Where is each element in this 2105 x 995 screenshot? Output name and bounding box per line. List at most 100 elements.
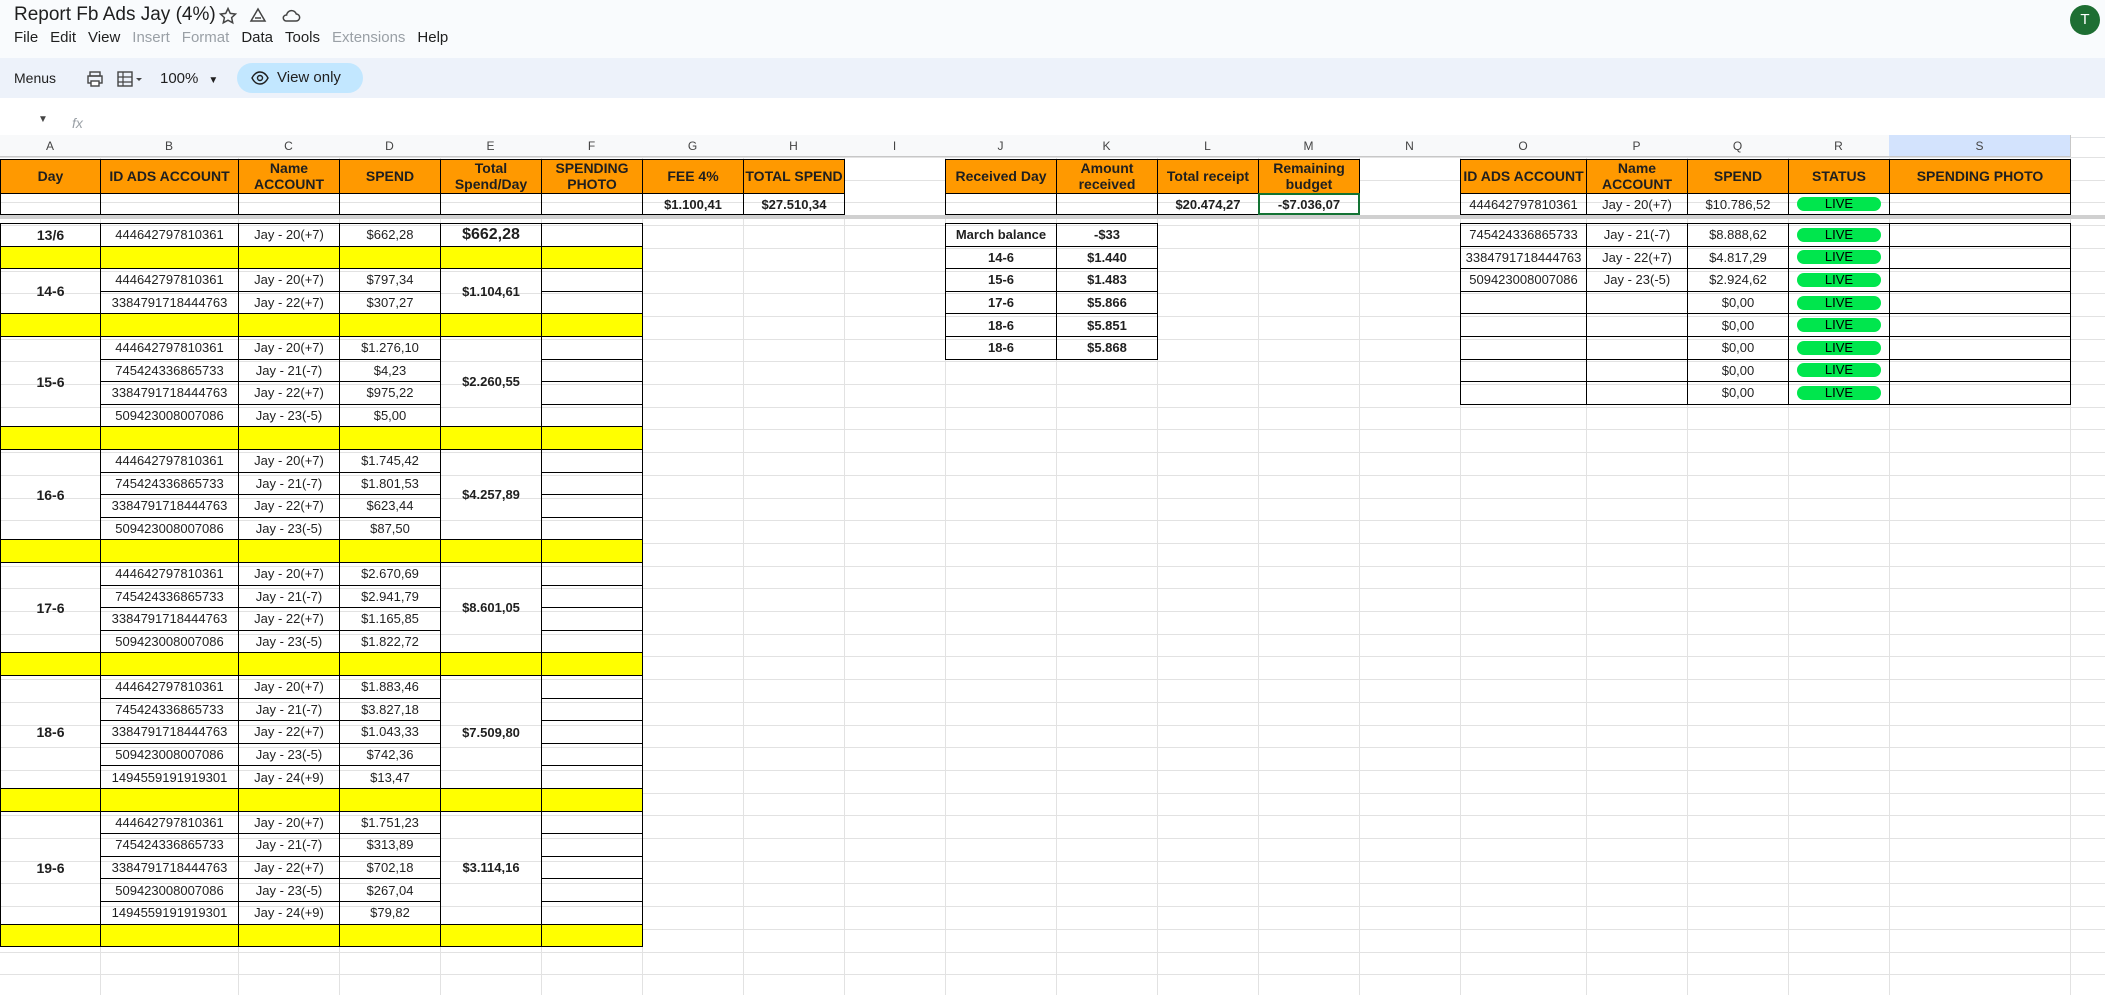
account-name-cell[interactable]: Jay - 20(+7) <box>238 268 340 292</box>
spend-cell[interactable]: $313,89 <box>339 833 441 857</box>
total-spend-day[interactable]: $662,28 <box>440 223 542 247</box>
header-a[interactable]: Day <box>0 159 101 194</box>
account-spend-cell[interactable]: $0,00 <box>1687 336 1789 360</box>
account-id-cell[interactable]: 444642797810361 <box>100 562 239 586</box>
fee-total[interactable]: $1.100,41 <box>642 193 744 215</box>
column-header-c[interactable]: C <box>238 135 340 157</box>
spending-photo-cell[interactable] <box>541 268 643 292</box>
spend-cell[interactable]: $13,47 <box>339 765 441 789</box>
account-id-cell[interactable]: 745424336865733 <box>100 833 239 857</box>
account-id-cell[interactable]: 3384791718444763 <box>100 494 239 518</box>
header-d[interactable]: SPEND <box>339 159 441 194</box>
spend-cell[interactable]: $1.276,10 <box>339 336 441 360</box>
account-id-cell[interactable] <box>1460 336 1587 360</box>
account-name-cell[interactable]: Jay - 21(-7) <box>238 697 340 722</box>
received-day-cell[interactable]: 18-6 <box>945 313 1057 337</box>
spending-photo-cell[interactable] <box>1889 223 2071 247</box>
header-c[interactable]: Name ACCOUNT <box>238 159 340 194</box>
totals-empty-cell[interactable] <box>100 193 239 215</box>
account-spend-cell[interactable]: $2.924,62 <box>1687 268 1789 292</box>
column-header-h[interactable]: H <box>743 135 845 157</box>
account-name-cell[interactable]: Jay - 20(+7) <box>1586 193 1688 215</box>
status-cell[interactable]: LIVE <box>1788 268 1890 292</box>
spending-photo-cell[interactable] <box>1889 313 2071 337</box>
total-spend-day[interactable]: $4.257,89 <box>440 449 542 541</box>
received-day-cell[interactable]: 17-6 <box>945 290 1057 315</box>
spend-cell[interactable]: $1.745,42 <box>339 449 441 473</box>
spending-photo-cell[interactable] <box>541 403 643 428</box>
spend-cell[interactable]: $975,22 <box>339 381 441 405</box>
total-spend-day[interactable]: $3.114,16 <box>440 810 542 925</box>
menu-format[interactable]: Format <box>182 29 230 46</box>
header-o[interactable]: ID ADS ACCOUNT <box>1460 159 1587 194</box>
total-receipt-value[interactable]: $20.474,27 <box>1157 193 1259 215</box>
account-id-cell[interactable] <box>1460 381 1587 405</box>
spending-photo-cell[interactable] <box>541 494 643 518</box>
spending-photo-cell[interactable] <box>541 516 643 541</box>
column-header-f[interactable]: F <box>541 135 643 157</box>
account-name-cell[interactable]: Jay - 24(+9) <box>238 901 340 925</box>
totals-empty-cell[interactable] <box>541 193 643 215</box>
account-id-cell[interactable]: 509423008007086 <box>100 878 239 902</box>
spending-photo-cell[interactable] <box>541 336 643 360</box>
received-day-cell[interactable]: March balance <box>945 223 1057 247</box>
amount-received-cell[interactable]: $5.866 <box>1056 290 1158 315</box>
header-m[interactable]: Remaining budget <box>1258 159 1360 194</box>
column-header-i[interactable]: I <box>844 135 946 157</box>
spend-cell[interactable]: $1.751,23 <box>339 810 441 835</box>
spending-photo-cell[interactable] <box>541 720 643 744</box>
spending-photo-cell[interactable] <box>541 765 643 789</box>
name-box-dropdown-icon[interactable]: ▼ <box>38 114 48 125</box>
account-spend-cell[interactable]: $4.817,29 <box>1687 245 1789 270</box>
column-header-m[interactable]: M <box>1258 135 1360 157</box>
account-spend-cell[interactable]: $0,00 <box>1687 358 1789 383</box>
day-cell[interactable]: 19-6 <box>0 810 101 925</box>
day-cell[interactable]: 16-6 <box>0 449 101 541</box>
spending-photo-cell[interactable] <box>541 878 643 902</box>
amount-received-cell[interactable]: $5.868 <box>1056 336 1158 360</box>
header-k[interactable]: Amount received <box>1056 159 1158 194</box>
received-day-cell[interactable]: 14-6 <box>945 245 1057 270</box>
column-header-k[interactable]: K <box>1056 135 1158 157</box>
account-name-cell[interactable]: Jay - 23(-5) <box>238 403 340 428</box>
account-id-cell[interactable]: 3384791718444763 <box>100 855 239 880</box>
amount-received-cell[interactable]: $5.851 <box>1056 313 1158 337</box>
spend-cell[interactable]: $79,82 <box>339 901 441 925</box>
spend-cell[interactable]: $4,23 <box>339 358 441 383</box>
account-id-cell[interactable]: 745424336865733 <box>1460 223 1587 247</box>
day-cell[interactable]: 13/6 <box>0 223 101 247</box>
spending-photo-cell[interactable] <box>1889 245 2071 270</box>
spend-cell[interactable]: $742,36 <box>339 742 441 767</box>
spreadsheet-grid[interactable]: A B C D E F G H I J K L M N O P Q R S Day ID ADS ACCOUNT Name… <box>0 135 2105 995</box>
spend-cell[interactable]: $5,00 <box>339 403 441 428</box>
account-spend-cell[interactable]: $10.786,52 <box>1687 193 1789 215</box>
column-header-d[interactable]: D <box>339 135 441 157</box>
account-name-cell[interactable]: Jay - 20(+7) <box>238 336 340 360</box>
frozen-divider[interactable] <box>0 215 2105 219</box>
column-header-g[interactable]: G <box>642 135 744 157</box>
spending-photo-cell[interactable] <box>541 358 643 383</box>
account-spend-cell[interactable]: $0,00 <box>1687 381 1789 405</box>
total-spend-day[interactable]: $2.260,55 <box>440 336 542 428</box>
move-to-drive-icon[interactable] <box>248 6 268 26</box>
account-id-cell[interactable]: 3384791718444763 <box>100 607 239 631</box>
menu-insert[interactable]: Insert <box>132 29 170 46</box>
account-name-cell[interactable]: Jay - 23(-5) <box>238 878 340 902</box>
spend-cell[interactable]: $1.822,72 <box>339 629 441 654</box>
spending-photo-cell[interactable] <box>541 607 643 631</box>
remaining-budget-value[interactable]: -$7.036,07 <box>1258 193 1360 215</box>
avatar[interactable]: T <box>2070 5 2100 35</box>
status-cell[interactable]: LIVE <box>1788 245 1890 270</box>
received-empty-cell[interactable] <box>945 193 1057 215</box>
menu-data[interactable]: Data <box>241 29 273 46</box>
spend-cell[interactable]: $1.801,53 <box>339 471 441 496</box>
header-e[interactable]: Total Spend/Day <box>440 159 542 194</box>
spend-cell[interactable]: $797,34 <box>339 268 441 292</box>
account-name-cell[interactable]: Jay - 20(+7) <box>238 449 340 473</box>
header-h[interactable]: TOTAL SPEND <box>743 159 845 194</box>
cloud-status-icon[interactable] <box>281 6 301 26</box>
account-id-cell[interactable]: 745424336865733 <box>100 471 239 496</box>
header-p[interactable]: Name ACCOUNT <box>1586 159 1688 194</box>
status-cell[interactable]: LIVE <box>1788 313 1890 337</box>
account-id-cell[interactable]: 444642797810361 <box>100 810 239 835</box>
